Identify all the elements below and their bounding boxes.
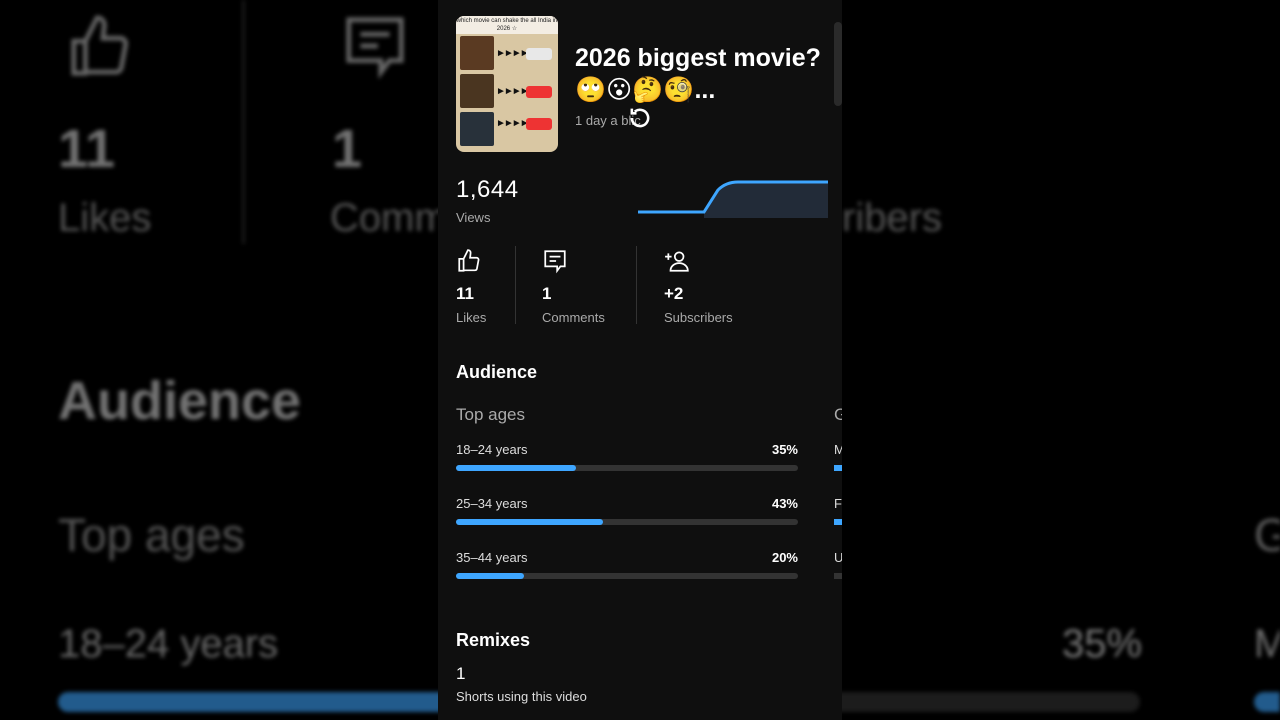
scroll-edge-indicator[interactable] (834, 22, 842, 106)
comments-metric[interactable]: 1 Comments (542, 248, 605, 325)
thumbnail-arrows-3: ►►►► (496, 118, 530, 129)
audience-heading: Audience (456, 362, 538, 382)
age-row: 25–34 years 43% (456, 496, 798, 525)
backdrop-audience-heading: Audience (58, 371, 302, 431)
age-bar-track (456, 465, 798, 471)
age-bar-track (456, 573, 798, 579)
backdrop-likes-label: Likes (58, 196, 152, 240)
remixes-label: Shorts using this video (456, 689, 587, 704)
backdrop-age-pct: 35% (1062, 622, 1143, 666)
gender-initial: U (834, 550, 842, 565)
remixes-heading: Remixes (456, 630, 531, 650)
gender-heading-initial: G (834, 405, 842, 424)
thumbnail-subscribe-badge (526, 86, 552, 98)
gender-initial: M (834, 442, 842, 457)
reload-icon (630, 108, 650, 128)
thumbnail-poster-3 (460, 112, 494, 146)
subscribers-value: +2 (664, 284, 684, 303)
backdrop-bar-fill-side (1254, 692, 1280, 712)
thumbs-up-icon (71, 15, 129, 76)
age-pct: 43% (771, 496, 798, 511)
analytics-panel: which movie can shake the all India in 2… (438, 0, 842, 720)
age-bar-track (456, 519, 798, 525)
gender-bar-fill (834, 465, 842, 471)
age-label: 25–34 years (456, 496, 528, 511)
age-row: 35–44 years 20% (456, 550, 798, 579)
backdrop-bar-fill (58, 692, 448, 712)
subscribers-label: Subscribers (664, 310, 733, 325)
subscribers-metric[interactable]: +2 Subscribers (664, 248, 733, 325)
metric-divider (636, 246, 637, 324)
age-pct: 20% (771, 550, 798, 565)
thumbnail-poster-1 (460, 36, 494, 70)
views-value: 1,644 (456, 176, 519, 203)
thumbnail-poster-2 (460, 74, 494, 108)
comments-label: Comments (542, 310, 605, 325)
thumbnail-caption: which movie can shake the all India in 2… (456, 16, 558, 34)
remixes-value: 1 (456, 664, 466, 683)
age-label: 35–44 years (456, 550, 528, 565)
thumbnail-arrows-2: ►►►► (496, 86, 530, 97)
likes-label: Likes (456, 310, 487, 325)
backdrop-likes-value: 11 (58, 119, 116, 179)
video-thumbnail[interactable]: which movie can shake the all India in 2… (456, 16, 558, 152)
backdrop-top-ages-label: Top ages (58, 509, 245, 561)
backdrop-divider (242, 0, 245, 244)
top-ages-label: Top ages (456, 405, 525, 424)
gender-initial: F (834, 496, 842, 511)
comment-icon (346, 17, 404, 80)
backdrop-comments-label: Comm (330, 196, 448, 240)
backdrop-age-label: 18–24 years (58, 622, 279, 666)
thumbs-up-icon (458, 249, 480, 272)
comment-icon (544, 250, 566, 274)
backdrop-side-initial: M (1254, 622, 1280, 666)
thumbnail-arrows-1: ►►►► (496, 48, 530, 59)
add-person-icon (665, 251, 689, 272)
likes-value: 11 (456, 284, 474, 303)
gender-bar-fill (834, 519, 842, 525)
gender-bar-track (834, 573, 842, 579)
age-label: 18–24 years (456, 442, 528, 457)
backdrop-subscribers-label: ribers (842, 196, 943, 240)
views-label: Views (456, 210, 491, 225)
likes-metric[interactable]: 11 Likes (456, 248, 486, 325)
backdrop-comments-value: 1 (332, 119, 363, 179)
video-title[interactable]: 2026 biggest movie?🙄😮🤔🧐... (575, 42, 825, 106)
age-bar-fill (456, 465, 576, 471)
backdrop-gender-initial: G (1254, 509, 1280, 561)
comments-value: 1 (542, 284, 552, 303)
thumbnail-youtube-badge (526, 118, 552, 130)
metric-divider (515, 246, 516, 324)
views-trend-chart (638, 180, 828, 218)
age-bar-fill (456, 519, 604, 525)
age-bar-fill (456, 573, 525, 579)
thumbnail-like-badge (526, 48, 552, 60)
age-row: 18–24 years 35% (456, 442, 798, 471)
age-pct: 35% (771, 442, 798, 457)
